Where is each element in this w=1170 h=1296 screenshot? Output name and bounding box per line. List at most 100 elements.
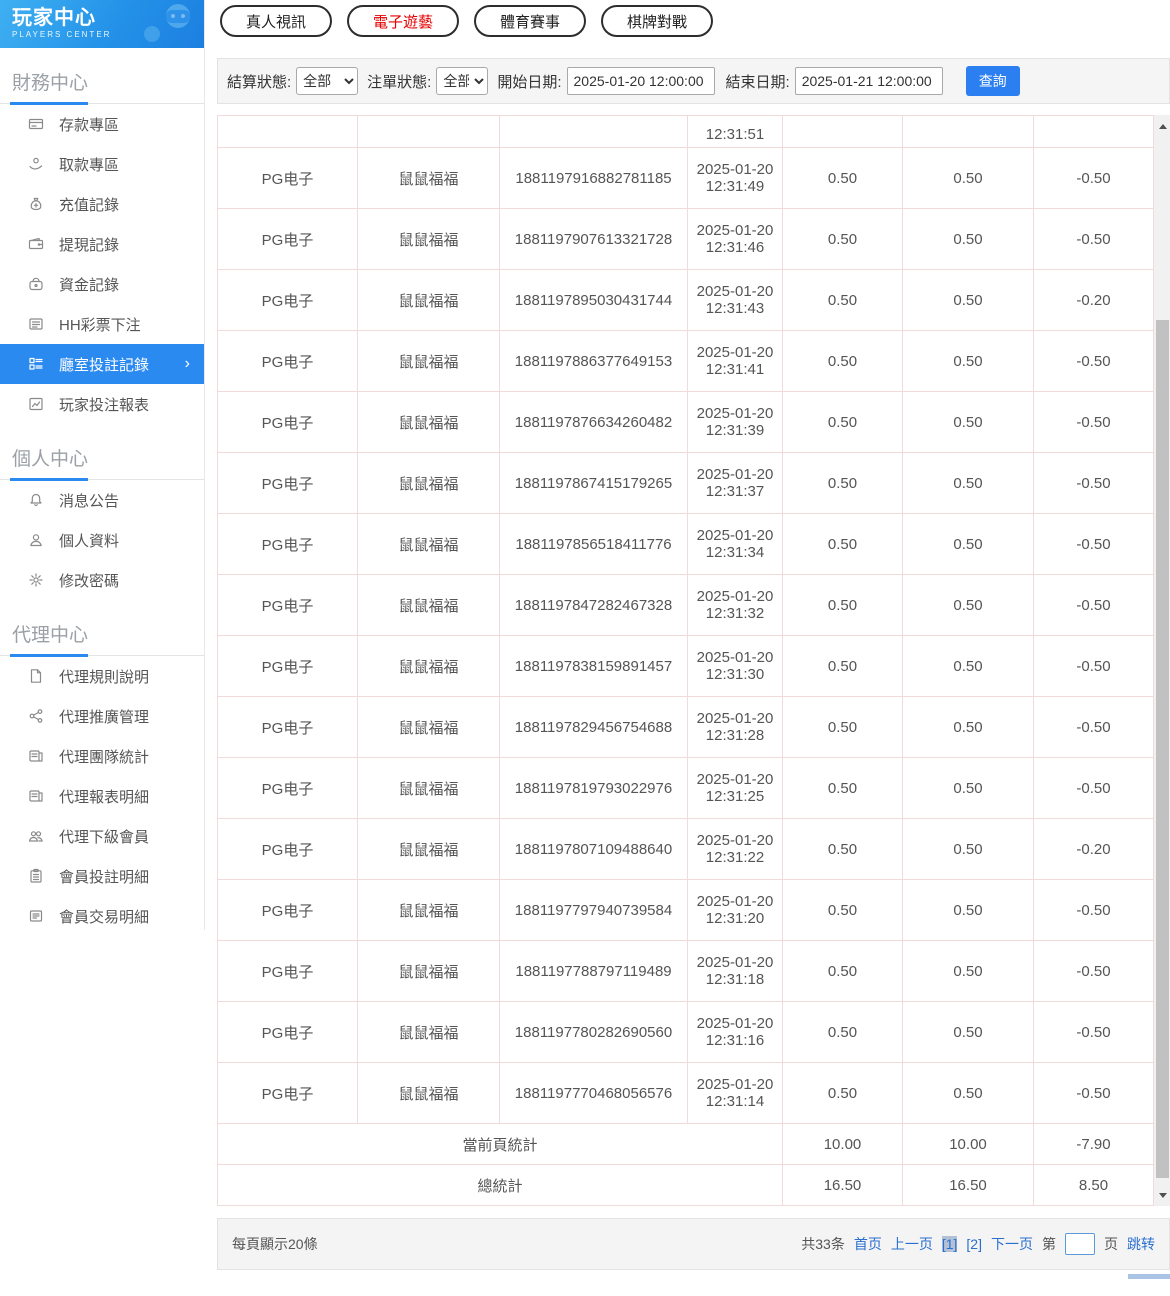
table-row: PG电子 鼠鼠福福 1881197807109488640 2025-01-20 12… [217,818,1154,880]
cell-date: 2025-01-20 12:31:30 [687,635,783,697]
cell-order: 1881197770468056576 [499,1062,688,1124]
cell-valid: 0.50 [902,269,1034,331]
money-bag-icon [28,196,44,212]
sidebar-item[interactable]: 消息公告 [0,480,204,520]
sidebar-item[interactable]: 資金記錄 [0,264,204,304]
cell-platform: PG电子 [217,635,358,697]
horizontal-scrollbar-fragment[interactable] [1128,1274,1170,1279]
cell-valid: 0.50 [902,635,1034,697]
cell-bet: 0.50 [782,574,903,636]
scroll-up-icon[interactable] [1154,117,1170,135]
sidebar-item-label: 玩家投注報表 [59,396,150,414]
sidebar-item[interactable]: 個人資料 [0,520,204,560]
sidebar-item-label: 代理報表明細 [59,788,150,806]
sidebar-item-label: 存款專區 [59,116,120,134]
pagination-controls: 共33条 首页 上一页 [1] [2] 下一页 第 页 跳转 [801,1233,1155,1255]
summary-win: 8.50 [1033,1164,1154,1206]
summary-label: 當前頁統計 [217,1123,783,1165]
sidebar-sections: 財務中心 存款專區 取款專區 充值記錄 提現記錄 資金記錄 HH彩票下注 廳室投註記錄 › 玩家投… [0,62,204,936]
next-page-link[interactable]: 下一页 [991,1234,1033,1254]
sidebar-item[interactable]: 取款專區 [0,144,204,184]
cell-order: 1881197788797119489 [499,940,688,1002]
tab[interactable]: 真人視訊 [220,5,333,37]
sidebar-item[interactable]: 廳室投註記錄 › [0,344,204,384]
cell-date: 2025-01-20 12:31:32 [687,574,783,636]
cell-order: 1881197916882781185 [499,147,688,209]
share-icon [28,708,44,724]
cell-game: 鼠鼠福福 [357,696,500,758]
cell-win: -0.50 [1033,879,1154,941]
jump-label-after: 页 [1104,1236,1118,1252]
cell-bet: 0.50 [782,696,903,758]
gamepad-icon [144,4,190,42]
sidebar-item-label: 充值記錄 [59,196,120,214]
page-number-link[interactable]: [1] [941,1236,958,1252]
end-date-input[interactable] [794,67,943,95]
query-button[interactable]: 查詢 [965,66,1020,96]
table-row: PG电子 鼠鼠福福 1881197895030431744 2025-01-20 12… [217,269,1154,331]
cell-date: 2025-01-20 12:31:43 [687,269,783,331]
cell-win: -0.50 [1033,147,1154,209]
tab[interactable]: 電子遊藝 [347,5,460,37]
tab-bar: 真人視訊 電子遊藝 體育賽事 棋牌對戰 [205,0,1170,37]
cell-bet: 0.50 [782,818,903,880]
sidebar-item[interactable]: 充值記錄 [0,184,204,224]
cell-order: 1881197780282690560 [499,1001,688,1063]
settle-status-select[interactable]: 全部 [296,67,359,95]
cell-date: 2025-01-20 12:31:14 [687,1062,783,1124]
order-status-select[interactable]: 全部 [436,67,489,95]
sidebar-item[interactable]: 會員交易明細 [0,896,204,936]
sidebar: 玩家中心 PLAYERS CENTER 財務中心 存款專區 取款專區 充值記錄 提現記錄… [0,0,205,930]
bell-icon [28,492,44,508]
sidebar-item[interactable]: 修改密碼 [0,560,204,600]
summary-bet: 16.50 [782,1164,903,1206]
sidebar-item[interactable]: 提現記錄 [0,224,204,264]
start-date-input[interactable] [566,67,715,95]
table-row: PG电子 鼠鼠福福 1881197797940739584 2025-01-20 12… [217,879,1154,941]
cell-date: 2025-01-20 12:31:37 [687,452,783,514]
sidebar-item-label: 資金記錄 [59,276,120,294]
sidebar-item[interactable]: 代理規則說明 [0,656,204,696]
cell-platform: PG电子 [217,391,358,453]
scrollbar-thumb[interactable] [1156,320,1169,1178]
sidebar-item[interactable]: 代理團隊統計 [0,736,204,776]
table-row: PG电子 鼠鼠福福 1881197838159891457 2025-01-20 12… [217,635,1154,697]
cell-bet: 0.50 [782,635,903,697]
bet-detail-icon [28,868,44,884]
bank-card-icon [28,116,44,132]
sidebar-item-label: 消息公告 [59,492,120,510]
cell-platform: PG电子 [217,513,358,575]
jump-page-input[interactable] [1065,1233,1095,1255]
cell-date: 12:31:51 [687,115,783,148]
tab[interactable]: 體育賽事 [474,5,587,37]
tab[interactable]: 棋牌對戰 [601,5,714,37]
settle-status-label: 結算狀態: [227,73,292,91]
sidebar-item[interactable]: 代理報表明細 [0,776,204,816]
cell-platform: PG电子 [217,879,358,941]
cell-platform: PG电子 [217,269,358,331]
jump-button[interactable]: 跳转 [1127,1234,1155,1254]
sidebar-item[interactable]: 存款專區 [0,104,204,144]
cell-game: 鼠鼠福福 [357,1062,500,1124]
cell-game: 鼠鼠福福 [357,269,500,331]
cell-win: -0.50 [1033,696,1154,758]
sidebar-item[interactable]: 會員投註明細 [0,856,204,896]
cell-bet: 0.50 [782,879,903,941]
end-date-label: 結束日期: [725,73,790,91]
scroll-down-icon[interactable] [1154,1186,1170,1204]
cell-game: 鼠鼠福福 [357,574,500,636]
sidebar-item[interactable]: HH彩票下注 [0,304,204,344]
cell-platform: PG电子 [217,757,358,819]
vertical-scrollbar[interactable] [1154,115,1170,1206]
cell-bet: 0.50 [782,269,903,331]
sidebar-item[interactable]: 玩家投注報表 [0,384,204,424]
page-number-link[interactable]: [2] [966,1236,982,1252]
hand-coin-icon [28,156,44,172]
prev-page-link[interactable]: 上一页 [891,1234,933,1254]
cell-win: -0.50 [1033,208,1154,270]
cell-valid: 0.50 [902,574,1034,636]
cell-valid [902,115,1034,148]
sidebar-item[interactable]: 代理推廣管理 [0,696,204,736]
sidebar-item[interactable]: 代理下級會員 [0,816,204,856]
first-page-link[interactable]: 首页 [854,1234,882,1254]
